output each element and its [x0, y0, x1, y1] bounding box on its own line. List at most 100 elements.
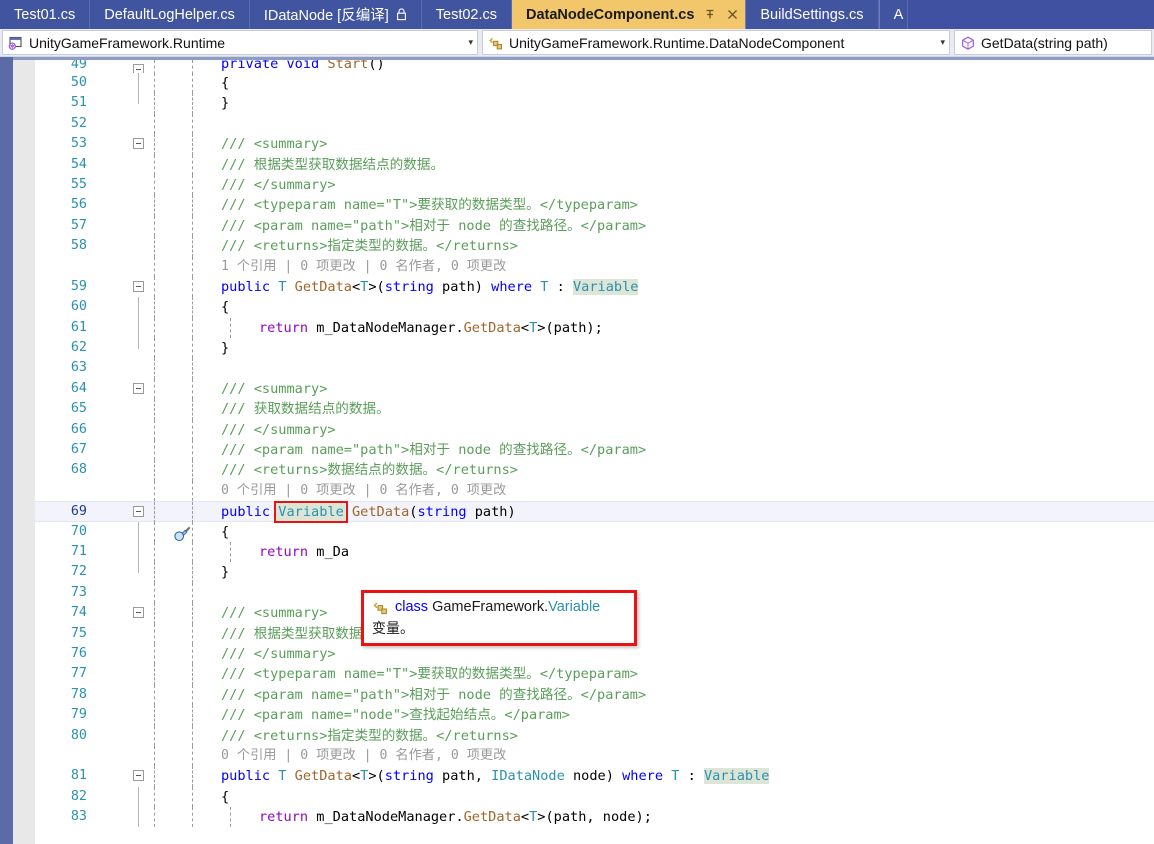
line-number: 58	[70, 238, 87, 254]
codelens-row[interactable]: 1 个引用 | 0 项更改 | 0 名作者, 0 项更改	[35, 256, 1154, 277]
code-line[interactable]: 82 {	[35, 786, 1154, 808]
outlining-margin	[131, 541, 153, 563]
codelens-text[interactable]: 1 个引用 | 0 项更改 | 0 名作者, 0 项更改	[221, 257, 506, 277]
code-line[interactable]: 71 return m_Da	[35, 541, 1154, 563]
code-line[interactable]: 78 /// <param name="path">相对于 node 的查找路径…	[35, 684, 1154, 706]
tab-buildsettings[interactable]: BuildSettings.cs	[745, 0, 879, 29]
code-line[interactable]: 83 return m_DataNodeManager.GetData<T>(p…	[35, 807, 1154, 828]
code-line[interactable]: 60 {	[35, 297, 1154, 318]
code-line[interactable]: 58 /// <returns>指定类型的数据。</returns>	[35, 236, 1154, 257]
code-line[interactable]: 61 return m_DataNodeManager.GetData<T>(p…	[35, 317, 1154, 339]
code-line[interactable]: 50 {	[35, 73, 1154, 94]
tab-test01[interactable]: Test01.cs	[0, 0, 91, 29]
code-text: {	[221, 523, 230, 540]
code-line[interactable]: 53 /// <summary>	[35, 134, 1154, 155]
indent-guide	[154, 480, 155, 502]
collapse-icon[interactable]	[133, 770, 144, 782]
code-line[interactable]: 70 {	[35, 521, 1154, 542]
indent-guide	[192, 317, 193, 339]
outlining-margin[interactable]	[131, 134, 153, 154]
collapse-icon[interactable]	[133, 506, 144, 518]
code-line[interactable]: 59 public T GetData<T>(string path) wher…	[35, 276, 1154, 298]
code-line[interactable]: 65 /// 获取数据结点的数据。	[35, 399, 1154, 420]
indent-guide	[192, 480, 193, 502]
codelens-row[interactable]: 0 个引用 | 0 项更改 | 0 名作者, 0 项更改	[35, 745, 1154, 767]
vertical-scroll-marker-stripe[interactable]	[0, 57, 13, 844]
code-line[interactable]: 57 /// <param name="path">相对于 node 的查找路径…	[35, 215, 1154, 237]
code-text: {	[221, 788, 230, 805]
outlining-margin	[131, 93, 153, 113]
collapse-icon[interactable]	[133, 607, 144, 619]
code-line[interactable]: 66 /// </summary>	[35, 419, 1154, 441]
code-line[interactable]: 63	[35, 358, 1154, 379]
code-text: /// </summary>	[221, 645, 336, 662]
navbar-member-dropdown[interactable]: GetData(string path)	[954, 30, 1152, 55]
indent-guide	[154, 276, 155, 298]
tab-overflow-partial[interactable]: A	[878, 0, 909, 29]
navbar-project-dropdown[interactable]: UnityGameFramework.Runtime ▾	[2, 30, 478, 55]
document-tab-strip: Test01.cs DefaultLogHelper.cs IDataNode …	[0, 0, 1154, 29]
indent-guide	[154, 113, 155, 135]
indent-guide	[192, 521, 193, 542]
codelens-text[interactable]: 0 个引用 | 0 项更改 | 0 名作者, 0 项更改	[221, 481, 506, 501]
code-line[interactable]: 79 /// <param name="node">查找起始结点。</param…	[35, 705, 1154, 726]
code-line-current[interactable]: 69 public Variable GetData(string path)	[35, 501, 1154, 541]
tab-label: DataNodeComponent.cs	[526, 6, 695, 23]
code-line[interactable]: 77 /// <typeparam name="T">要获取的数据类型。</ty…	[35, 664, 1154, 685]
indent-guide	[154, 174, 155, 196]
outlining-margin	[131, 786, 153, 808]
codelens-text[interactable]: 0 个引用 | 0 项更改 | 0 名作者, 0 项更改	[221, 746, 506, 766]
indent-guide	[154, 215, 155, 237]
code-line[interactable]: 56 /// <typeparam name="T">要获取的数据类型。</ty…	[35, 195, 1154, 216]
navbar-type-dropdown[interactable]: UnityGameFramework.Runtime.DataNodeCompo…	[482, 30, 950, 55]
code-line[interactable]: 76 /// </summary>	[35, 643, 1154, 665]
indent-guide	[192, 766, 193, 787]
collapse-icon[interactable]	[133, 64, 144, 73]
outlining-margin[interactable]	[131, 603, 153, 623]
code-text-area[interactable]: 49 private void Start() 50 { 51 } 52 53 …	[35, 60, 1154, 844]
selected-token-variable[interactable]: Variable	[274, 501, 348, 524]
indent-guide	[230, 807, 231, 828]
collapse-icon[interactable]	[133, 138, 144, 150]
tab-datanodecomponent-active[interactable]: DataNodeComponent.cs	[512, 0, 746, 29]
code-line[interactable]: 67 /// <param name="path">相对于 node 的查找路径…	[35, 440, 1154, 461]
outlining-margin[interactable]	[131, 766, 153, 786]
line-number: 76	[70, 645, 87, 661]
code-line[interactable]: 54 /// 根据类型获取数据结点的数据。	[35, 154, 1154, 175]
code-line[interactable]: 81 public T GetData<T>(string path, IDat…	[35, 766, 1154, 787]
outlining-margin	[131, 297, 153, 318]
code-line[interactable]: 55 /// </summary>	[35, 174, 1154, 196]
outlining-margin[interactable]	[131, 379, 153, 399]
project-icon	[8, 35, 24, 51]
collapse-icon[interactable]	[133, 382, 144, 394]
chevron-down-icon[interactable]: ▾	[930, 38, 945, 47]
code-line[interactable]: 80 /// <returns>指定类型的数据。</returns>	[35, 725, 1154, 746]
collapse-icon[interactable]	[133, 280, 144, 292]
indent-guide	[154, 297, 155, 318]
quick-actions-screwdriver-icon[interactable]	[89, 504, 191, 541]
tab-defaultloghelper[interactable]: DefaultLogHelper.cs	[90, 0, 250, 29]
indent-guide	[154, 562, 155, 583]
code-line[interactable]: 52	[35, 113, 1154, 135]
code-line[interactable]: 64 /// <summary>	[35, 378, 1154, 400]
code-editor[interactable]: 49 private void Start() 50 { 51 } 52 53 …	[0, 57, 1154, 844]
close-icon[interactable]	[726, 8, 739, 21]
code-text: /// <param name="node">查找起始结点。</param>	[221, 707, 570, 724]
chevron-down-icon[interactable]: ▾	[458, 38, 473, 47]
codelens-row[interactable]: 0 个引用 | 0 项更改 | 0 名作者, 0 项更改	[35, 480, 1154, 502]
fold-line	[138, 521, 139, 542]
outlining-margin[interactable]	[131, 60, 153, 73]
code-text: }	[221, 340, 230, 357]
code-line[interactable]: 68 /// <returns>数据结点的数据。</returns>	[35, 460, 1154, 481]
code-text: /// </summary>	[221, 421, 336, 438]
code-text: return m_DataNodeManager.GetData<T>(path…	[259, 809, 652, 826]
code-line[interactable]: 49 private void Start()	[35, 60, 1154, 73]
outlining-margin[interactable]	[131, 277, 153, 297]
pin-icon[interactable]	[704, 8, 717, 21]
outlining-margin[interactable]	[131, 502, 153, 520]
code-line[interactable]: 72 }	[35, 562, 1154, 583]
tab-idatanode-decompiled[interactable]: IDataNode [反编译]	[249, 0, 422, 29]
code-line[interactable]: 62 }	[35, 338, 1154, 359]
code-line[interactable]: 51 }	[35, 93, 1154, 114]
tab-test02[interactable]: Test02.cs	[421, 0, 512, 29]
